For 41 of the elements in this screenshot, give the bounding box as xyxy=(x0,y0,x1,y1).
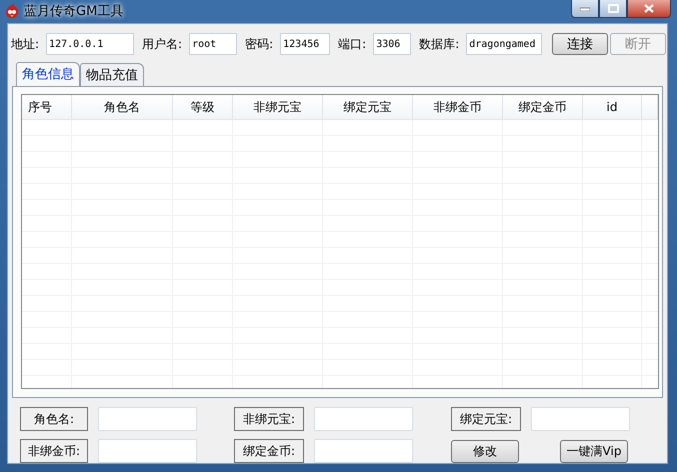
column-header[interactable]: 等级 xyxy=(173,95,233,119)
column-header[interactable]: 非绑金币 xyxy=(413,95,503,119)
field-label: 密码: xyxy=(245,36,274,52)
input-field[interactable]: 3306 xyxy=(373,33,412,55)
column-header[interactable]: 非绑元宝 xyxy=(233,95,323,119)
field-label: 端口: xyxy=(338,36,366,52)
maximize-button[interactable] xyxy=(599,0,627,18)
close-icon xyxy=(644,4,654,13)
field-label: 非绑元宝: xyxy=(234,407,304,431)
close-button[interactable] xyxy=(627,0,671,18)
column-header[interactable]: id xyxy=(583,95,642,119)
input-field[interactable]: root xyxy=(189,33,238,55)
input-field[interactable] xyxy=(531,407,630,431)
input-field[interactable] xyxy=(98,439,197,463)
modify-button[interactable]: 修改 xyxy=(451,440,519,462)
input-field[interactable] xyxy=(98,407,197,431)
field-label: 角色名: xyxy=(20,407,88,431)
column-header[interactable]: 绑定元宝 xyxy=(323,95,413,119)
vip-button[interactable]: 一键满Vip xyxy=(560,440,628,462)
minimize-button[interactable] xyxy=(571,0,599,18)
input-field[interactable]: 127.0.0.1 xyxy=(46,33,134,55)
tab[interactable]: 角色信息 xyxy=(16,62,80,86)
field-label: 地址: xyxy=(11,36,40,52)
field-label: 绑定金币: xyxy=(234,439,304,463)
input-field[interactable] xyxy=(314,407,413,431)
column-header[interactable]: 角色名 xyxy=(72,95,173,119)
connect-button[interactable]: 连接 xyxy=(552,33,608,55)
tab[interactable]: 物品充值 xyxy=(80,63,144,86)
minimize-icon xyxy=(580,6,590,10)
field-label: 非绑金币: xyxy=(20,439,88,463)
bird-icon xyxy=(4,3,20,19)
column-header[interactable]: 序号 xyxy=(22,95,72,119)
window-title: 蓝月传奇GM工具 xyxy=(24,3,124,20)
field-label: 绑定元宝: xyxy=(451,407,521,431)
input-field[interactable] xyxy=(314,439,413,463)
input-field[interactable]: 123456 xyxy=(280,33,330,55)
field-label: 数据库: xyxy=(419,36,460,52)
column-header[interactable]: 绑定金币 xyxy=(503,95,583,119)
input-field[interactable]: dragongamed xyxy=(466,33,542,55)
maximize-icon xyxy=(608,4,618,13)
field-label: 用户名: xyxy=(142,36,182,52)
